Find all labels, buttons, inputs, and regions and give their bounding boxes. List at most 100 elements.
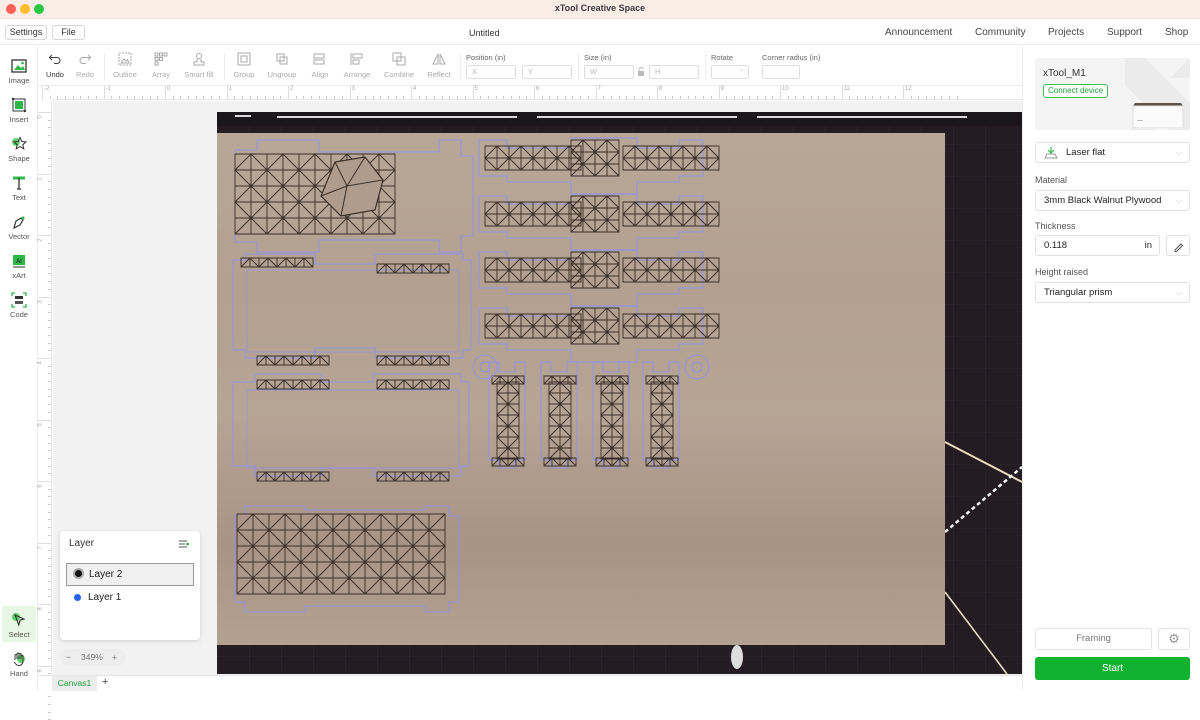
tool-select[interactable]: Select	[2, 606, 36, 642]
ruler-major-tick	[718, 86, 720, 100]
settings-button[interactable]: Settings	[5, 25, 47, 40]
ruler-minor-tick	[48, 519, 51, 521]
ruler-major-tick	[42, 86, 43, 100]
shop-link[interactable]: Shop	[1165, 27, 1188, 38]
layer-item-layer-1[interactable]: Layer 1	[66, 587, 194, 610]
toolbar-divider	[705, 54, 706, 80]
ruler-minor-tick	[180, 96, 182, 99]
thickness-input[interactable]: 0.118 in	[1035, 235, 1160, 256]
camera-background[interactable]	[217, 112, 1022, 674]
position-x-input[interactable]: X	[466, 65, 516, 79]
reflect-icon	[432, 53, 446, 65]
ruler-minor-tick	[48, 342, 51, 344]
tool-image[interactable]: Image	[2, 52, 36, 88]
toolbar-divider	[104, 54, 105, 80]
ruler-minor-tick	[303, 96, 305, 99]
canvas-tab[interactable]: Canvas1	[52, 676, 97, 691]
device-card[interactable]: xTool_M1 Connect device	[1035, 58, 1190, 130]
ungroup-button[interactable]: Ungroup	[264, 52, 300, 79]
undo-button[interactable]: Undo	[44, 52, 66, 79]
tool-label: Code	[10, 310, 28, 319]
add-canvas-button[interactable]: +	[102, 676, 108, 688]
measure-thickness-button[interactable]	[1166, 235, 1190, 256]
file-button[interactable]: File	[52, 25, 85, 40]
tool-shape[interactable]: Shape	[2, 130, 36, 166]
hand-icon	[13, 652, 25, 667]
process-settings-button[interactable]: ⚙	[1158, 628, 1190, 650]
ruler-minor-tick	[280, 96, 282, 99]
rotate-input[interactable]: °	[711, 65, 749, 79]
ruler-minor-tick	[48, 703, 51, 705]
engrave-strip	[240, 257, 314, 268]
community-link[interactable]: Community	[975, 27, 1026, 38]
lock-aspect-icon[interactable]	[637, 67, 645, 77]
array-button[interactable]: Array	[148, 52, 174, 79]
zoom-out-button[interactable]: −	[66, 649, 71, 666]
arrange-button[interactable]: Arrange	[340, 52, 374, 79]
ruler-major-tick	[38, 665, 52, 667]
ruler-major-tick	[595, 86, 597, 100]
engrave-lattice	[622, 145, 720, 171]
ruler-minor-tick	[879, 96, 881, 99]
material-select[interactable]: 3mm Black Walnut Plywood ⌵	[1035, 190, 1190, 211]
thickness-unit: in	[1144, 240, 1152, 251]
image-icon	[11, 59, 27, 73]
ruler-label: -2	[44, 86, 50, 92]
corner-radius-input[interactable]	[762, 65, 800, 79]
ruler-minor-tick	[441, 96, 443, 99]
ruler-minor-tick	[195, 96, 197, 99]
height-raised-select[interactable]: Triangular prism ⌵	[1035, 282, 1190, 303]
position-y-input[interactable]: Y	[522, 65, 572, 79]
zoom-in-button[interactable]: +	[112, 649, 117, 666]
support-link[interactable]: Support	[1107, 27, 1142, 38]
ruler-label: 8	[659, 86, 663, 92]
size-w-input[interactable]: W	[584, 65, 634, 79]
tool-insert[interactable]: Insert	[2, 91, 36, 127]
ruler-minor-tick	[49, 96, 51, 99]
layer-settings-icon[interactable]	[179, 539, 189, 549]
announcement-link[interactable]: Announcement	[885, 27, 952, 38]
framing-button[interactable]: Framing	[1035, 628, 1152, 650]
tool-text[interactable]: Text	[2, 169, 36, 205]
size-h-input[interactable]: H	[649, 65, 699, 79]
document-title: Untitled	[469, 28, 500, 38]
ruler-minor-tick	[518, 96, 520, 99]
ruler-major-tick	[780, 86, 781, 100]
processing-mode-select[interactable]: Laser flat ⌵	[1035, 142, 1190, 163]
tool-code[interactable]: Code	[2, 286, 36, 322]
ruler-label: 1	[37, 176, 44, 181]
start-button[interactable]: Start	[1035, 657, 1190, 680]
ruler-minor-tick	[48, 142, 51, 144]
layer-panel-title: Layer	[69, 538, 95, 549]
toolbar-divider	[578, 54, 579, 80]
tool-label: Select	[8, 630, 30, 639]
ruler-label: -1	[105, 86, 111, 92]
smart-fill-button[interactable]: Smart fill	[182, 52, 216, 79]
reflect-button[interactable]: Reflect	[424, 52, 454, 79]
ruler-minor-tick	[149, 96, 151, 99]
ruler-minor-tick	[80, 96, 82, 99]
layer-item-layer-2[interactable]: Layer 2	[66, 563, 194, 586]
tool-xart[interactable]: AI xArt	[2, 247, 36, 283]
outline-icon	[118, 52, 132, 66]
ruler-minor-tick	[241, 96, 243, 99]
align-button[interactable]: Align	[308, 52, 332, 79]
connect-device-button[interactable]: Connect device	[1043, 84, 1109, 98]
ruler-major-tick	[349, 86, 351, 100]
engrave-lattice	[484, 201, 582, 227]
ruler-minor-tick	[480, 96, 482, 99]
outline-button[interactable]: Outline	[110, 52, 140, 79]
redo-button[interactable]: Redo	[74, 52, 96, 79]
group-button[interactable]: Group	[230, 52, 258, 79]
ruler-major-tick	[103, 86, 105, 100]
corner-radius-label: Corner radius (in)	[762, 53, 821, 62]
ruler-minor-tick	[549, 96, 551, 99]
design-artwork[interactable]	[217, 112, 1022, 674]
ruler-minor-tick	[941, 96, 943, 99]
projects-link[interactable]: Projects	[1048, 27, 1084, 38]
undo-label: Undo	[46, 70, 64, 79]
tool-hand[interactable]: Hand	[2, 645, 36, 681]
ruler-minor-tick	[48, 258, 51, 260]
combine-button[interactable]: Combine	[381, 52, 417, 79]
tool-vector[interactable]: Vector	[2, 208, 36, 244]
